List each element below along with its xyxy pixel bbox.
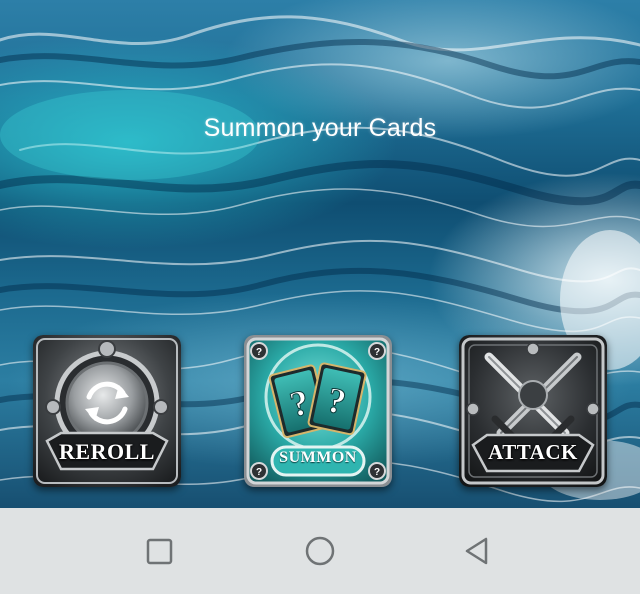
android-navigation-bar	[0, 508, 640, 594]
attack-label: ATTACK	[488, 440, 578, 464]
recents-button[interactable]	[139, 532, 179, 572]
reroll-label: REROLL	[59, 439, 155, 464]
summon-label: SUMMON	[279, 449, 357, 466]
reroll-button[interactable]: REROLL	[33, 335, 181, 487]
home-button[interactable]	[300, 532, 340, 572]
ocean-background: Summon your Cards REROLL ? ? ? ? ? ? SUM…	[0, 0, 640, 508]
attack-button[interactable]: ATTACK	[459, 335, 607, 487]
svg-text:?: ?	[256, 467, 262, 478]
screen-title: Summon your Cards	[203, 114, 437, 142]
triangle-back-icon	[465, 537, 488, 565]
svg-text:?: ?	[256, 347, 262, 358]
circle-icon	[305, 536, 335, 566]
square-icon	[146, 538, 173, 565]
summon-button[interactable]: ? ? ? ? ? ? SUMMON	[244, 335, 392, 487]
back-button[interactable]	[458, 532, 498, 572]
svg-text:?: ?	[374, 467, 380, 478]
svg-text:?: ?	[374, 347, 380, 358]
